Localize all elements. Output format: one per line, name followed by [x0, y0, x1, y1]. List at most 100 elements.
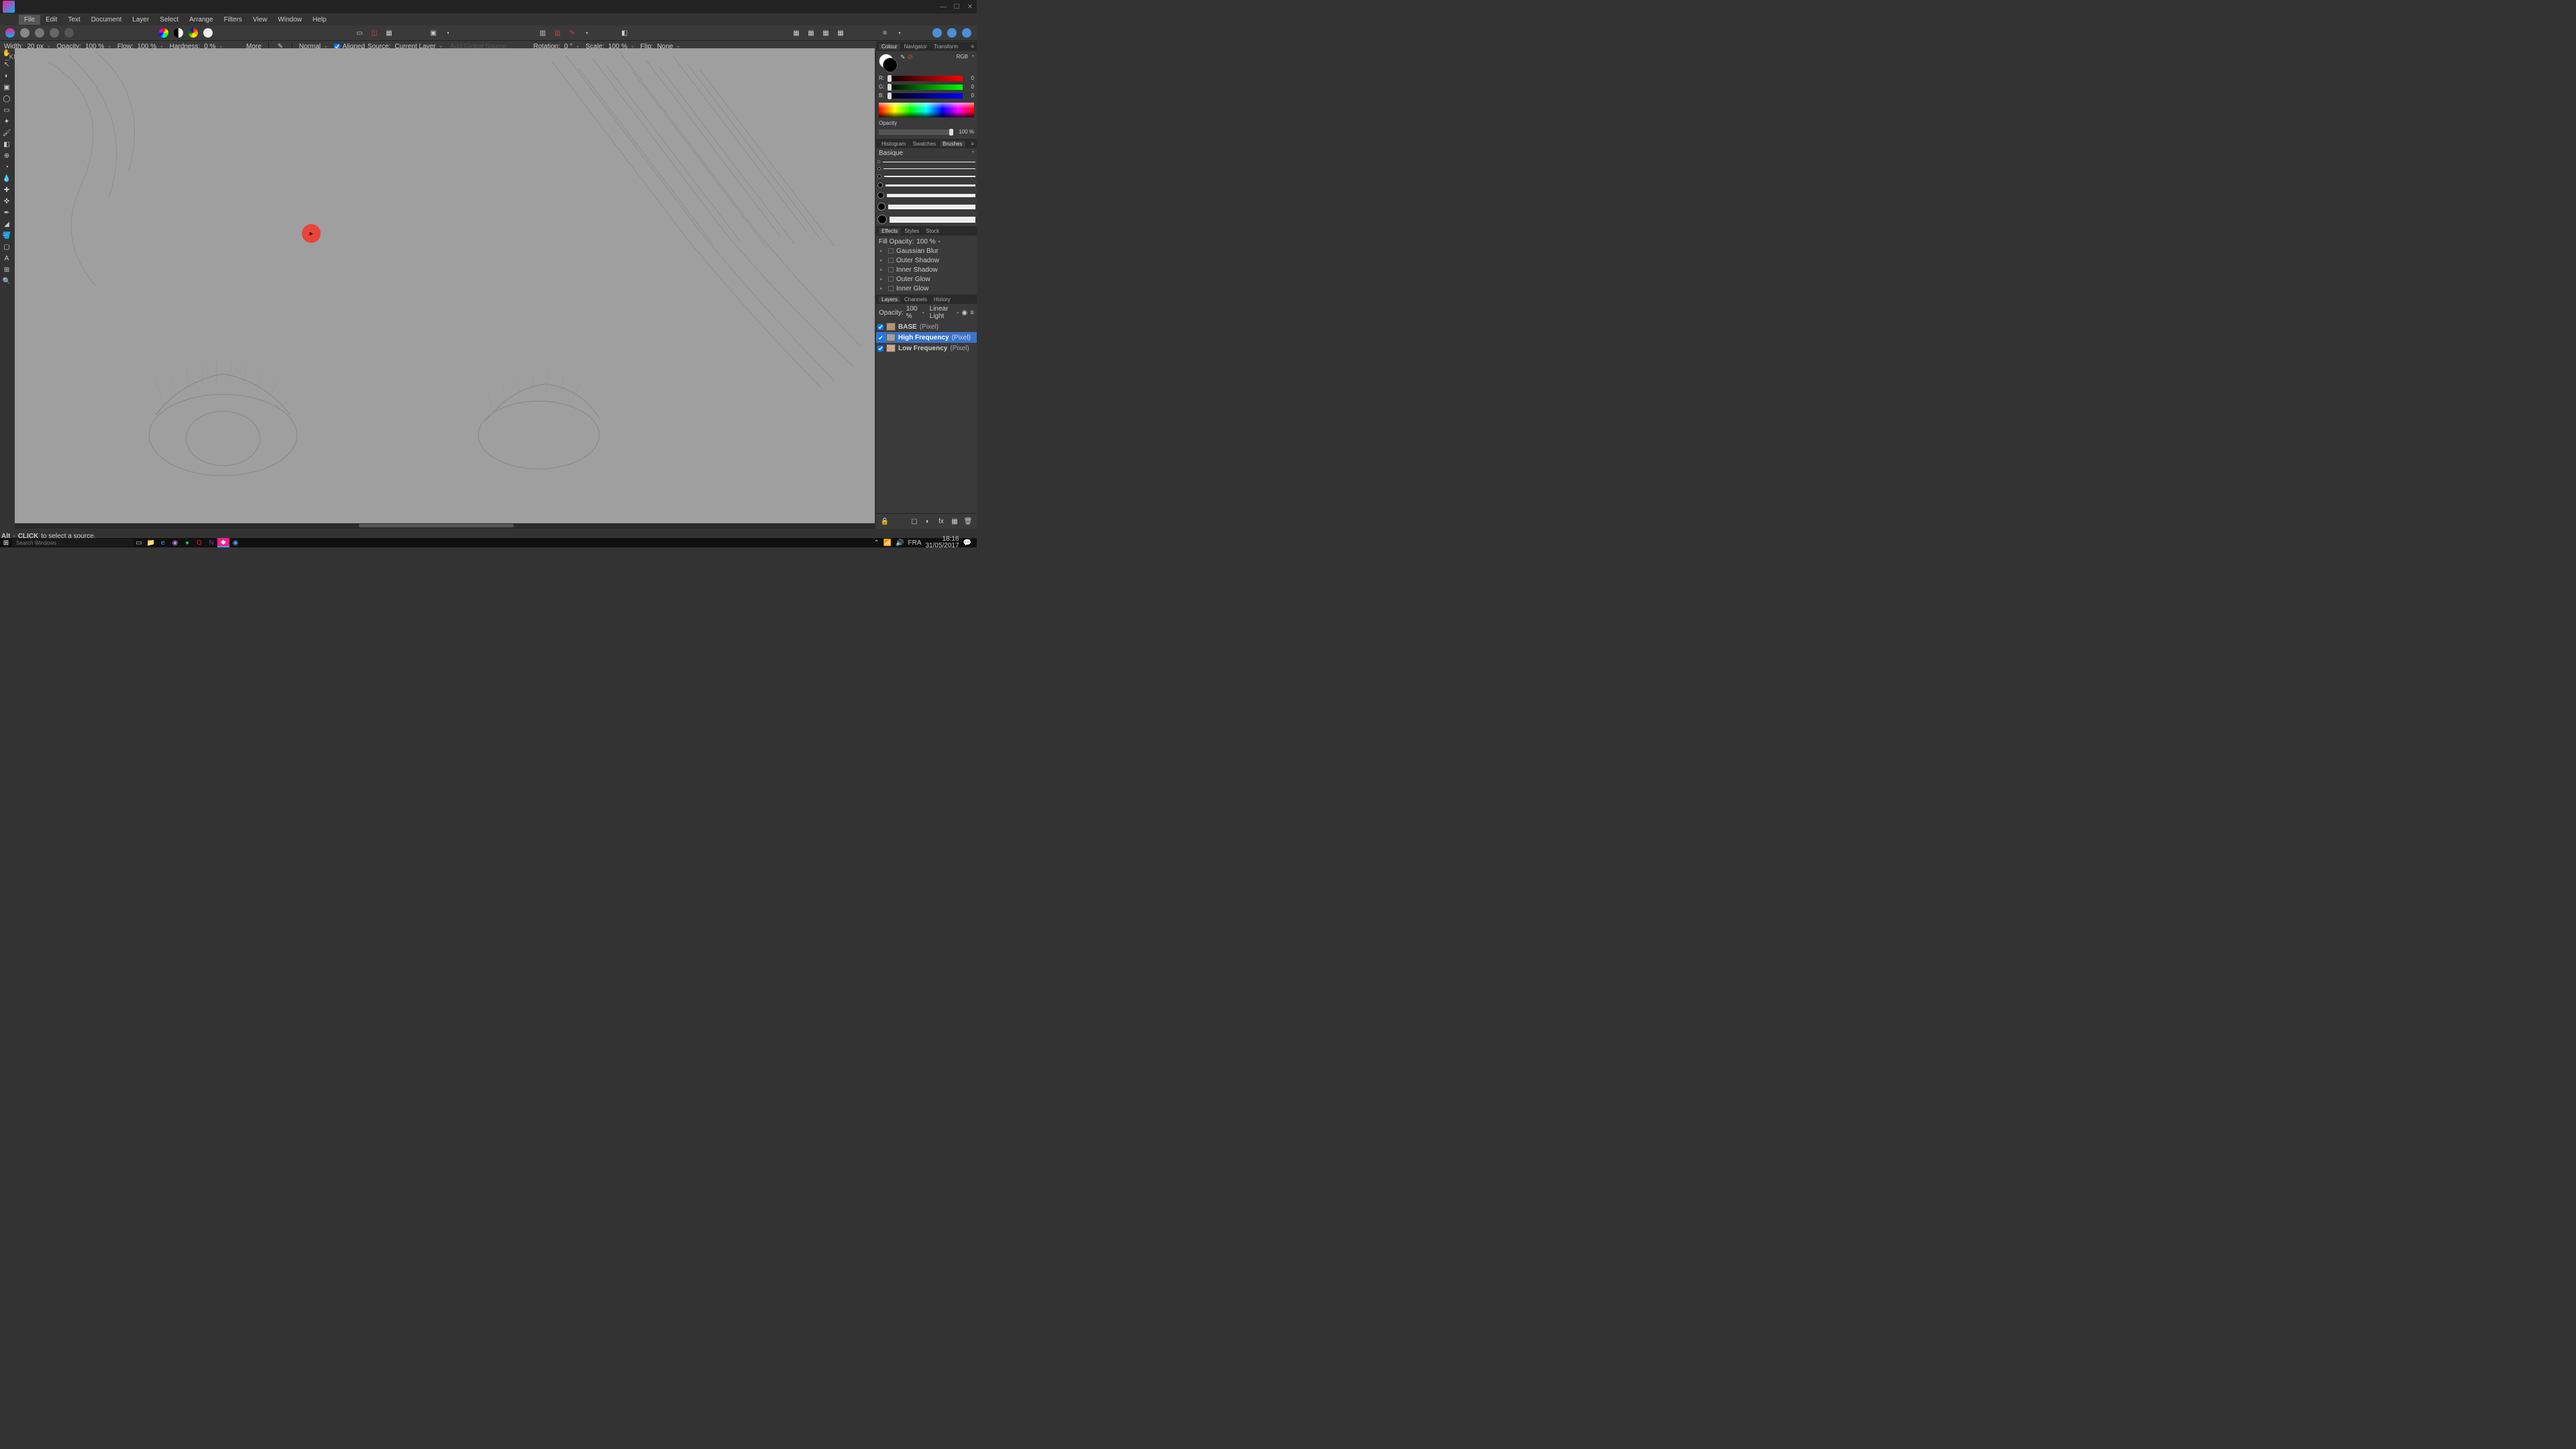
menu-text[interactable]: Text: [62, 15, 85, 25]
layer-low-frequency[interactable]: Low Frequency (Pixel): [876, 343, 977, 354]
align-icon[interactable]: ≡: [879, 27, 891, 39]
eyedropper-icon[interactable]: ✎: [900, 54, 906, 61]
swap-colors-icon[interactable]: [172, 27, 184, 39]
arr-3-icon[interactable]: ▦: [820, 27, 832, 39]
arrange-dropdown-icon[interactable]: ▾: [581, 27, 593, 39]
blend-mode-select[interactable]: Linear Light: [930, 305, 955, 320]
pen-tool-icon[interactable]: ✒: [1, 208, 12, 217]
shape-tool-icon[interactable]: ▢: [1, 242, 12, 252]
color-picker-tool-icon[interactable]: ◐: [1, 71, 12, 80]
arr-2-icon[interactable]: ▦: [805, 27, 817, 39]
menu-filters[interactable]: Filters: [219, 15, 248, 25]
menu-file[interactable]: File: [19, 15, 40, 25]
account-icon-3[interactable]: [961, 27, 973, 39]
snapping-icon[interactable]: ▣: [427, 27, 439, 39]
brush-preset-5[interactable]: [876, 190, 977, 201]
blur-tool-icon[interactable]: 💧: [1, 174, 12, 183]
layer-delete-icon[interactable]: 🗑: [962, 515, 974, 527]
zoom-tool-icon[interactable]: 🔍: [1, 276, 12, 286]
horizontal-scrollbar[interactable]: [15, 523, 875, 529]
marquee-tool-icon[interactable]: ▭: [1, 105, 12, 115]
r-value[interactable]: 0: [965, 75, 974, 81]
app-icon-2[interactable]: ◉: [229, 538, 241, 547]
brush-preset-6[interactable]: [876, 201, 977, 213]
effect-outer-shadow[interactable]: ▸Outer Shadow: [879, 256, 974, 265]
effect-gaussian-blur[interactable]: ▸Gaussian Blur: [879, 246, 974, 256]
erase-tool-icon[interactable]: ◧: [1, 140, 12, 149]
arrange-icon-2[interactable]: ▥: [551, 27, 564, 39]
layer-add-icon[interactable]: ▦: [949, 515, 961, 527]
spotify-icon[interactable]: ●: [181, 538, 193, 547]
r-slider[interactable]: [888, 76, 963, 81]
brush-preset-select[interactable]: Basique: [879, 150, 903, 157]
layer-visibility-checkbox[interactable]: [877, 324, 883, 330]
selection-brush-tool-icon[interactable]: ◯: [1, 94, 12, 103]
arr-1-icon[interactable]: ▦: [790, 27, 802, 39]
task-view-icon[interactable]: ▭: [133, 538, 145, 547]
app-icon-1[interactable]: ◉: [169, 538, 181, 547]
clone-tool-icon[interactable]: ⊕: [1, 151, 12, 160]
effect-checkbox[interactable]: [888, 276, 894, 282]
account-icon-2[interactable]: [946, 27, 958, 39]
color-chooser-icon[interactable]: [158, 27, 170, 39]
start-button[interactable]: ⊞: [0, 538, 12, 547]
taskbar-search[interactable]: Search Windows: [12, 539, 133, 547]
effect-inner-shadow[interactable]: ▸Inner Shadow: [879, 265, 974, 274]
healing-tool-icon[interactable]: ✚: [1, 185, 12, 195]
tab-history[interactable]: History: [931, 297, 953, 303]
panel-menu-icon[interactable]: ≡: [968, 44, 977, 50]
menu-layer[interactable]: Layer: [127, 15, 154, 25]
color-opacity-slider[interactable]: [879, 129, 953, 135]
inpainting-tool-icon[interactable]: ✜: [1, 197, 12, 206]
horizontal-scrollbar-thumb[interactable]: [359, 524, 514, 527]
layer-fx-icon[interactable]: fx: [935, 515, 947, 527]
tray-chevron-icon[interactable]: ⌃: [873, 539, 879, 547]
maximize-button[interactable]: ☐: [950, 0, 963, 13]
color-spectrum[interactable]: [879, 103, 974, 117]
brush-preset-2[interactable]: [876, 165, 977, 172]
selection-tool-icon[interactable]: ▭: [354, 27, 366, 39]
menu-window[interactable]: Window: [272, 15, 307, 25]
no-color-icon[interactable]: ⊘: [908, 54, 913, 61]
layer-visibility-checkbox[interactable]: [877, 345, 883, 352]
tray-notifications-icon[interactable]: 💬: [963, 539, 971, 547]
account-icon-1[interactable]: [931, 27, 943, 39]
menu-select[interactable]: Select: [154, 15, 184, 25]
tab-transform[interactable]: Transform: [931, 44, 961, 50]
layer-lock-icon[interactable]: ◉: [961, 309, 967, 317]
brushes-panel-menu-icon[interactable]: ≡: [968, 141, 977, 147]
tab-histogram[interactable]: Histogram: [879, 141, 908, 147]
edge-icon[interactable]: e: [157, 538, 169, 547]
tab-effects[interactable]: Effects: [879, 228, 900, 234]
gradient-tool-icon[interactable]: ◢: [1, 219, 12, 229]
text-tool-icon[interactable]: A: [1, 254, 12, 263]
g-slider[interactable]: [888, 85, 963, 90]
layer-adjust-icon[interactable]: ◐: [922, 515, 934, 527]
onenote-icon[interactable]: N: [205, 538, 217, 547]
menu-edit[interactable]: Edit: [40, 15, 62, 25]
close-button[interactable]: ✕: [963, 0, 977, 13]
brush-preset-4[interactable]: [876, 180, 977, 190]
flood-select-tool-icon[interactable]: ✦: [1, 117, 12, 126]
photo-persona-icon[interactable]: [4, 27, 16, 39]
primary-color-swatch[interactable]: [883, 58, 898, 72]
layer-opacity-value[interactable]: 100 %: [906, 305, 920, 320]
align-dropdown-icon[interactable]: ▾: [894, 27, 906, 39]
menu-document[interactable]: Document: [86, 15, 127, 25]
fill-tool-icon[interactable]: 🪣: [1, 231, 12, 240]
fill-opacity-value[interactable]: 100 %: [916, 238, 935, 246]
g-value[interactable]: 0: [965, 84, 974, 90]
dodge-tool-icon[interactable]: ◔: [1, 162, 12, 172]
liquify-persona-icon[interactable]: [19, 27, 31, 39]
menu-arrange[interactable]: Arrange: [184, 15, 219, 25]
move-tool-icon[interactable]: ↖: [1, 60, 12, 69]
crop-tool-icon[interactable]: ▣: [1, 83, 12, 92]
hand-tool-icon[interactable]: ✋: [1, 48, 12, 58]
tray-date[interactable]: 31/05/2017: [925, 543, 959, 549]
minimize-button[interactable]: —: [936, 0, 950, 13]
b-value[interactable]: 0: [965, 93, 974, 99]
effect-checkbox[interactable]: [888, 248, 894, 254]
layer-protect-icon[interactable]: 🔒: [879, 515, 891, 527]
arr-4-icon[interactable]: ▦: [835, 27, 847, 39]
effect-inner-glow[interactable]: ▸Inner Glow: [879, 284, 974, 293]
